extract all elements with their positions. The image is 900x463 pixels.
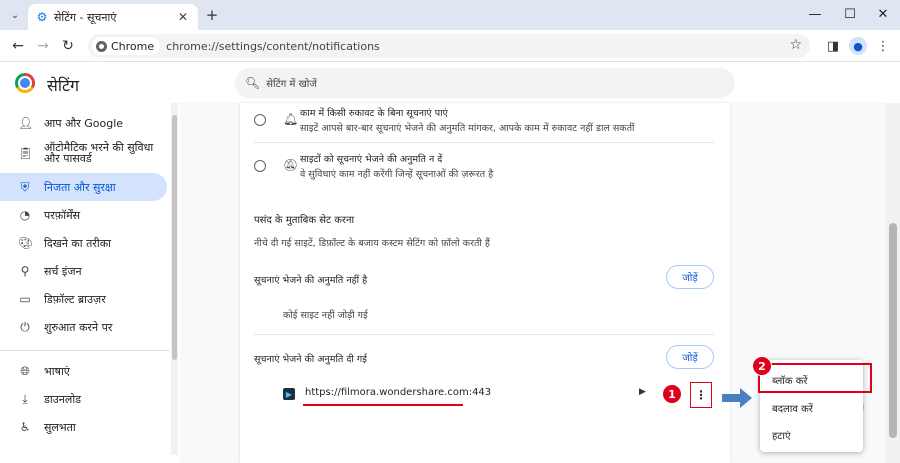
filmora-site-icon: ▶ <box>283 388 295 400</box>
sidebar-item-autofill[interactable]: 📋︎ ऑटोमैटिक भरने की सुविधा और पासवर्ड <box>0 139 167 167</box>
close-window-button[interactable]: ✕ <box>868 4 898 24</box>
site-info-chip[interactable]: Chrome <box>92 37 161 55</box>
add-allowed-site-button[interactable]: जोड़ें <box>666 345 714 369</box>
sidebar-item-label: शुरुआत करने पर <box>44 320 113 334</box>
tab-strip: ⌄ ⚙ सेटिंग - सूचनाएं ✕ + — ☐ ✕ <box>0 0 900 30</box>
more-actions-icon[interactable]: ⋮ <box>690 382 712 408</box>
sidebar-item-label: डाउनलोड <box>44 392 82 406</box>
profile-avatar-icon[interactable]: ● <box>849 37 867 55</box>
palette-icon: 🎨︎ <box>18 236 34 250</box>
arrow-right-icon <box>722 388 752 408</box>
shield-icon: ⛨ <box>20 179 30 194</box>
sidebar-item-downloads[interactable]: ⤓ डाउनलोड <box>0 385 167 413</box>
download-icon: ⤓ <box>22 391 28 406</box>
forward-arrow-icon[interactable]: → <box>33 36 53 56</box>
page-title: सेटिंग <box>47 76 80 95</box>
sidebar-item-on-startup[interactable]: ⏻ शुरुआत करने पर <box>0 313 167 341</box>
option-block-desc: वे सुविधाएं काम नहीं करेंगी जिन्हें सूचन… <box>300 169 494 180</box>
sidebar-item-languages[interactable]: 🌐︎ भाषाएं <box>0 357 167 385</box>
clipboard-icon: 📋︎ <box>18 145 34 160</box>
sidebar-item-label: ऑटोमैटिक भरने की सुविधा और पासवर्ड <box>44 141 154 165</box>
bell-icon: 🔔︎ <box>283 112 299 126</box>
active-tab[interactable]: ⚙ सेटिंग - सूचनाएं ✕ <box>28 4 198 30</box>
sidebar-item-appearance[interactable]: 🎨︎ दिखने का तरीका <box>0 229 167 257</box>
sidebar-item-label: आप और Google <box>44 116 124 130</box>
menu-item-edit[interactable]: बदलाव करें <box>760 395 863 421</box>
block-highlight-box <box>758 363 872 393</box>
main-scroll-thumb[interactable] <box>889 223 897 438</box>
tab-close-icon[interactable]: ✕ <box>176 10 190 24</box>
gear-icon: ⚙ <box>36 10 48 24</box>
sidebar-item-label: भाषाएं <box>44 364 70 378</box>
step-badge-2: 2 <box>752 356 772 376</box>
menu-item-remove[interactable]: हटाएं <box>760 422 863 448</box>
sidebar-scroll-thumb[interactable] <box>172 115 177 360</box>
bookmark-star-icon[interactable]: ☆ <box>789 37 802 53</box>
settings-search-input[interactable]: 🔍︎ सेटिंग में खोजें <box>235 68 735 98</box>
maximize-button[interactable]: ☐ <box>835 4 865 24</box>
add-blocked-site-button[interactable]: जोड़ें <box>666 265 714 289</box>
allowed-site-url[interactable]: https://filmora.wondershare.com:443 <box>305 387 491 398</box>
chrome-chip-icon <box>96 40 107 52</box>
no-sites-text: कोई साइट नहीं जोड़ी गई <box>283 310 368 321</box>
sidebar-item-accessibility[interactable]: ♿︎ सुलभता <box>0 413 167 441</box>
sidebar-item-default-browser[interactable]: ▭ डिफ़ॉल्ट ब्राउज़र <box>0 285 167 313</box>
chrome-logo-icon <box>15 73 35 93</box>
custom-desc: नीचे दी गई साइटें, डिफ़ॉल्ट के बजाय कस्ट… <box>254 238 490 249</box>
globe-icon: 🌐︎ <box>20 363 30 378</box>
sidebar-item-privacy[interactable]: ⛨ निजता और सुरक्षा <box>0 173 167 201</box>
sidebar-item-label: सुलभता <box>44 420 76 434</box>
option-quiet-title: काम में किसी रुकावट के बिना सूचनाएं पाएं <box>300 108 448 119</box>
minimize-button[interactable]: — <box>800 4 830 24</box>
sidebar-item-label: निजता और सुरक्षा <box>44 180 116 194</box>
divider <box>254 142 714 143</box>
power-icon: ⏻ <box>20 319 30 334</box>
side-panel-icon[interactable]: ◨ <box>824 37 842 55</box>
divider <box>254 334 714 335</box>
option-block-title: साइटों को सूचनाएं भेजने की अनुमति न दें <box>300 154 443 165</box>
tab-search-chevron-icon[interactable]: ⌄ <box>6 6 24 24</box>
new-tab-button[interactable]: + <box>203 6 221 24</box>
custom-heading: पसंद के मुताबिक सेट करना <box>254 215 355 226</box>
main-scrollbar[interactable] <box>886 103 900 463</box>
sidebar-divider <box>0 350 170 351</box>
search-icon: ⚲ <box>20 264 30 278</box>
chip-label: Chrome <box>111 39 155 53</box>
person-icon: 👤︎ <box>18 116 34 130</box>
speedometer-icon: ◔ <box>19 208 31 222</box>
browser-menu-icon[interactable]: ⋮ <box>874 37 892 55</box>
sidebar-item-label: दिखने का तरीका <box>44 236 111 250</box>
radio-quiet-notifications[interactable] <box>254 114 266 126</box>
back-arrow-icon[interactable]: ← <box>8 36 28 56</box>
sidebar-item-label: परफ़ॉर्मेंस <box>44 208 81 222</box>
sidebar-item-label: डिफ़ॉल्ट ब्राउज़र <box>44 292 106 306</box>
search-placeholder: सेटिंग में खोजें <box>266 79 317 90</box>
not-allowed-label: सूचनाएं भेजने की अनुमति नहीं है <box>254 275 368 286</box>
browser-toolbar: ← → ↻ Chrome chrome://settings/content/n… <box>0 30 900 62</box>
search-icon: 🔍︎ <box>245 76 261 90</box>
tab-title: सेटिंग - सूचनाएं <box>54 10 117 24</box>
bell-off-icon: 🔕︎ <box>283 158 299 172</box>
sidebar-item-search-engine[interactable]: ⚲ सर्च इंजन <box>0 257 167 285</box>
accessibility-icon: ♿︎ <box>19 420 31 434</box>
radio-block-notifications[interactable] <box>254 160 266 172</box>
step-badge-1: 1 <box>662 384 682 404</box>
option-quiet-desc: साइटें आपसे बार-बार सूचनाएं भेजने की अनु… <box>300 123 635 134</box>
sidebar-scrollbar[interactable] <box>171 103 178 455</box>
address-bar[interactable]: Chrome chrome://settings/content/notific… <box>88 34 810 58</box>
settings-header: सेटिंग 🔍︎ सेटिंग में खोजें <box>0 63 900 103</box>
settings-sidebar: 👤︎ आप और Google 📋︎ ऑटोमैटिक भरने की सुवि… <box>0 103 180 463</box>
url-text[interactable]: chrome://settings/content/notifications <box>166 40 380 53</box>
reload-icon[interactable]: ↻ <box>58 36 78 56</box>
sidebar-item-label: सर्च इंजन <box>44 264 82 278</box>
sidebar-item-performance[interactable]: ◔ परफ़ॉर्मेंस <box>0 201 167 229</box>
allowed-label: सूचनाएं भेजने की अनुमति दी गई <box>254 354 367 365</box>
url-highlight-underline <box>303 404 463 406</box>
browser-icon: ▭ <box>19 292 31 306</box>
expand-arrow-icon[interactable]: ▶ <box>639 387 646 397</box>
sidebar-item-you-and-google[interactable]: 👤︎ आप और Google <box>0 109 167 137</box>
